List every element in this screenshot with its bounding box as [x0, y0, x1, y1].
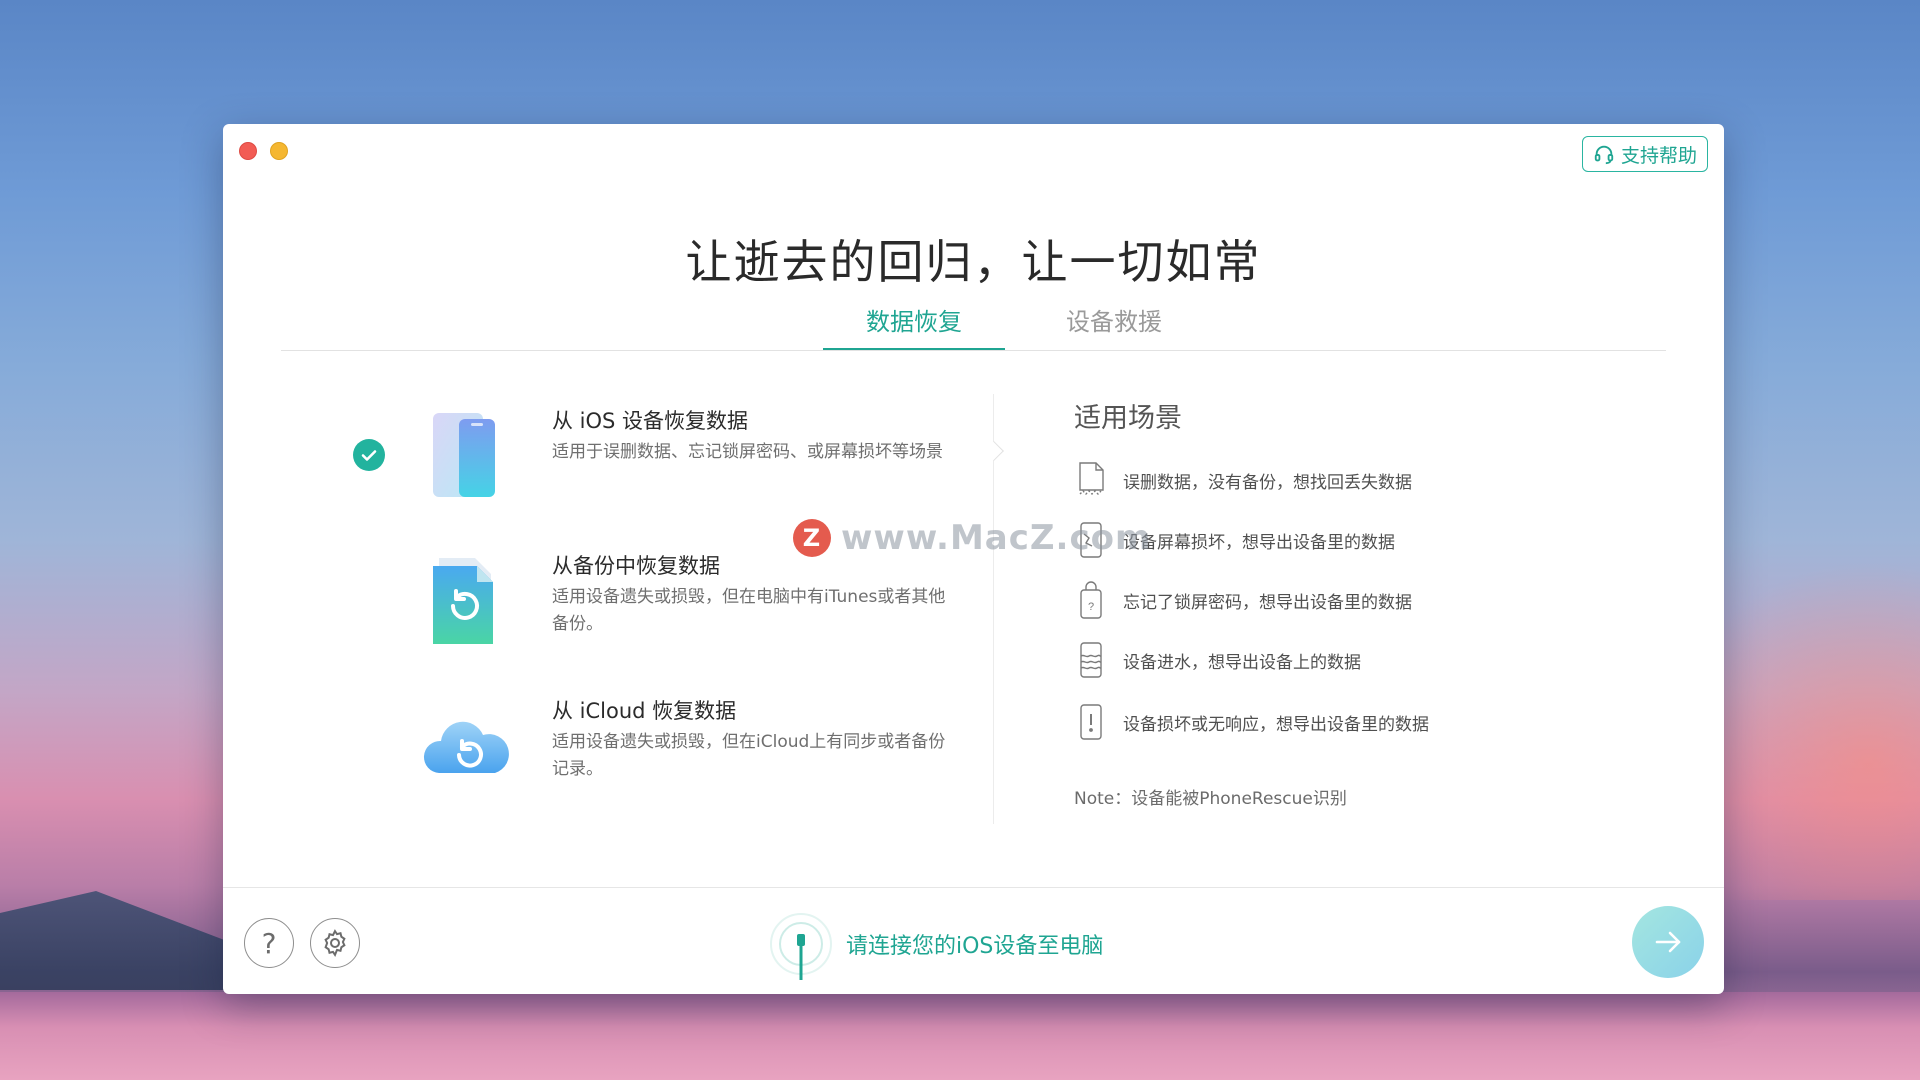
- settings-button[interactable]: [310, 918, 360, 968]
- scenario-text: 设备损坏或无响应，想导出设备里的数据: [1123, 714, 1429, 735]
- unresponsive-phone-icon: [1080, 704, 1102, 740]
- page-title: 让逝去的回归，让一切如常: [685, 235, 1262, 289]
- scenario-text: 误删数据，没有备份，想找回丢失数据: [1123, 472, 1412, 493]
- divider-chevron: [984, 441, 1004, 461]
- option-title: 从 iCloud 恢复数据: [552, 699, 737, 723]
- scenario-item: 设备损坏或无响应，想导出设备里的数据: [1075, 702, 1429, 742]
- scenario-item: ? 忘记了锁屏密码，想导出设备里的数据: [1075, 580, 1412, 620]
- support-help-button[interactable]: 支持帮助: [1581, 136, 1708, 172]
- scenarios-note: Note：设备能被PhoneRescue识别: [1074, 789, 1347, 809]
- tabs-divider: [281, 350, 1666, 351]
- icloud-icon: [423, 721, 509, 773]
- window-controls: [239, 142, 288, 160]
- selected-check-icon: [353, 439, 385, 471]
- minimize-window-button[interactable]: [270, 142, 288, 160]
- next-button[interactable]: [1632, 906, 1704, 978]
- backup-file-icon: [433, 558, 493, 644]
- scenarios-title: 适用场景: [1074, 403, 1182, 434]
- background-shore: [0, 891, 240, 990]
- svg-text:?: ?: [1088, 601, 1094, 613]
- support-help-label: 支持帮助: [1620, 144, 1697, 167]
- gear-icon: [324, 929, 346, 958]
- option-icloud[interactable]: 从 iCloud 恢复数据 适用设备遗失或损毁，但在iCloud上有同步或者备份…: [343, 689, 963, 799]
- watermark-text: www.MacZ.com: [841, 518, 1152, 558]
- arrow-right-icon: [1655, 931, 1681, 953]
- watermark-logo: Z: [793, 519, 831, 557]
- scenario-text: 忘记了锁屏密码，想导出设备里的数据: [1123, 592, 1412, 613]
- scenario-item: 误删数据，没有备份，想找回丢失数据: [1075, 460, 1412, 500]
- option-title: 从 iOS 设备恢复数据: [552, 409, 749, 433]
- tab-data-recovery[interactable]: 数据恢复: [823, 304, 1005, 351]
- option-description: 适用设备遗失或损毁，但在电脑中有iTunes或者其他备份。: [552, 587, 946, 634]
- background-sea: [0, 992, 1920, 1080]
- help-button[interactable]: ?: [244, 918, 294, 968]
- water-damage-icon: [1080, 642, 1102, 678]
- headset-icon: [1594, 145, 1614, 165]
- option-ios-device[interactable]: 从 iOS 设备恢复数据 适用于误删数据、忘记锁屏密码、或屏幕损坏等场景: [343, 399, 963, 509]
- iphone-icon: [433, 413, 495, 497]
- connect-device-prompt: 请连接您的iOS设备至电脑: [768, 904, 1103, 984]
- footer-divider: [223, 887, 1724, 888]
- scenario-text: 设备进水，想导出设备上的数据: [1123, 652, 1361, 673]
- option-title: 从备份中恢复数据: [552, 554, 720, 578]
- option-description: 适用设备遗失或损毁，但在iCloud上有同步或者备份记录。: [552, 732, 946, 779]
- usb-cable-icon: [770, 913, 832, 980]
- scenario-item: 设备进水，想导出设备上的数据: [1075, 640, 1361, 680]
- help-icon: ?: [261, 926, 277, 960]
- close-window-button[interactable]: [239, 142, 257, 160]
- connect-device-text: 请连接您的iOS设备至电脑: [846, 934, 1104, 959]
- watermark: Z www.MacZ.com: [793, 518, 1151, 558]
- tab-device-rescue[interactable]: 设备救援: [1023, 304, 1205, 351]
- scenario-text: 设备屏幕损坏，想导出设备里的数据: [1123, 532, 1395, 553]
- option-description: 适用于误删数据、忘记锁屏密码、或屏幕损坏等场景: [552, 442, 943, 462]
- app-window: 支持帮助 让逝去的回归，让一切如常 数据恢复 设备救援 从 iOS 设备恢复数据…: [223, 124, 1724, 994]
- locked-phone-icon: ?: [1080, 581, 1102, 619]
- option-backup[interactable]: 从备份中恢复数据 适用设备遗失或损毁，但在电脑中有iTunes或者其他备份。: [343, 544, 963, 654]
- deleted-file-icon: [1079, 462, 1104, 495]
